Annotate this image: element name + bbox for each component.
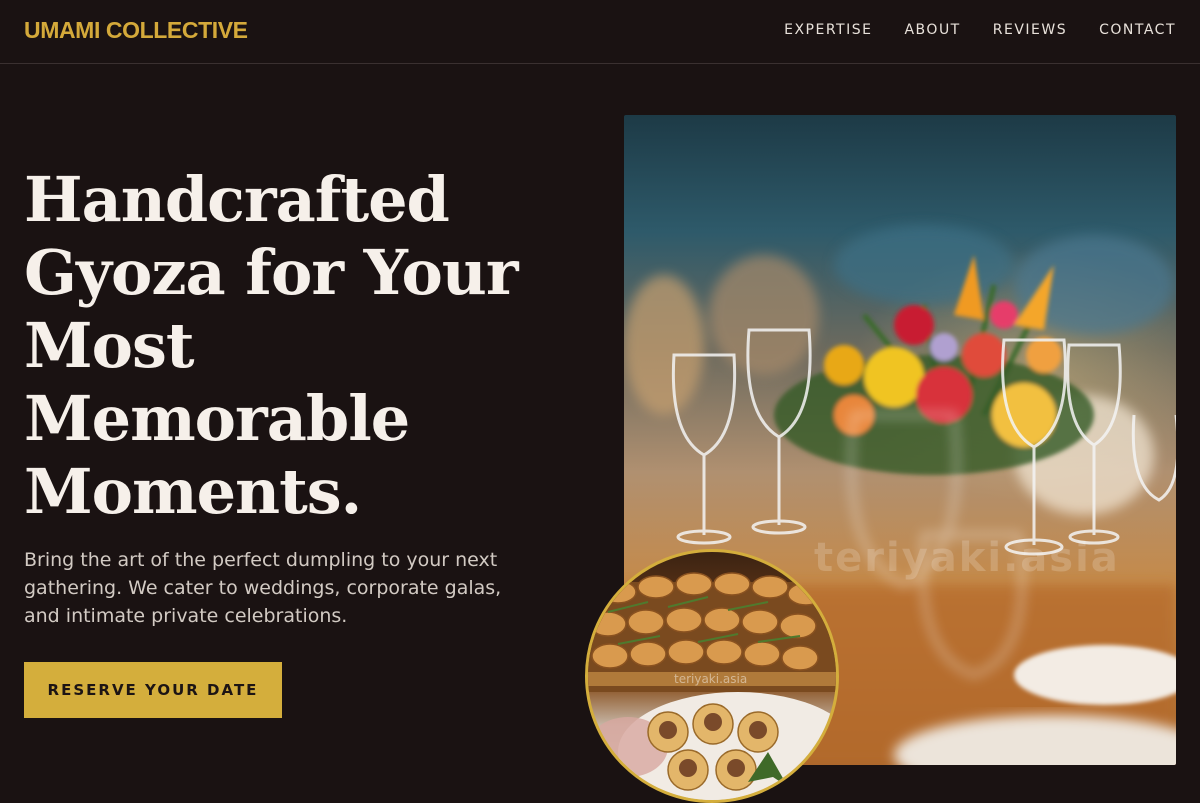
nav-link-reviews[interactable]: REVIEWS	[993, 22, 1067, 38]
brand-logo[interactable]: UMAMI COLLECTIVE	[24, 17, 248, 44]
dumpling-platter-photo: teriyaki.asia	[585, 549, 839, 803]
nav-link-about[interactable]: ABOUT	[904, 22, 960, 38]
main-nav: EXPERTISE ABOUT REVIEWS CONTACT	[784, 22, 1176, 38]
main-photo-watermark: teriyaki.asia	[814, 535, 1120, 581]
nav-link-expertise[interactable]: EXPERTISE	[784, 22, 872, 38]
hero-headline: Handcrafted Gyoza for Your Most Memorabl…	[24, 163, 519, 528]
hero-subtext: Bring the art of the perfect dumpling to…	[24, 549, 502, 627]
nav-link-contact[interactable]: CONTACT	[1099, 22, 1176, 38]
reserve-date-button[interactable]: RESERVE YOUR DATE	[24, 662, 282, 718]
inset-photo-watermark: teriyaki.asia	[674, 672, 748, 686]
top-navigation-bar: UMAMI COLLECTIVE EXPERTISE ABOUT REVIEWS…	[0, 0, 1200, 64]
